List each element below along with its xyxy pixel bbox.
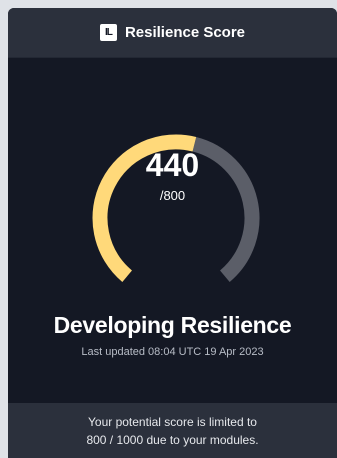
notice-line-1: Your potential score is limited to: [88, 414, 257, 429]
score-limit-notice: Your potential score is limited to 800 /…: [8, 403, 337, 458]
card-title: Resilience Score: [124, 24, 246, 41]
score-value: 440: [145, 147, 200, 183]
score-max: /800: [159, 188, 186, 203]
last-updated: Last updated 08:04 UTC 19 Apr 2023: [81, 346, 264, 358]
resilience-level: Developing Resilience: [53, 312, 292, 338]
brand-logo-icon: IL: [99, 24, 117, 41]
card-header: IL Resilience Score: [8, 8, 337, 58]
resilience-score-card: IL Resilience Score 440 /800 Developing …: [8, 8, 337, 458]
notice-line-2: 800 / 1000 due to your modules.: [86, 432, 259, 447]
